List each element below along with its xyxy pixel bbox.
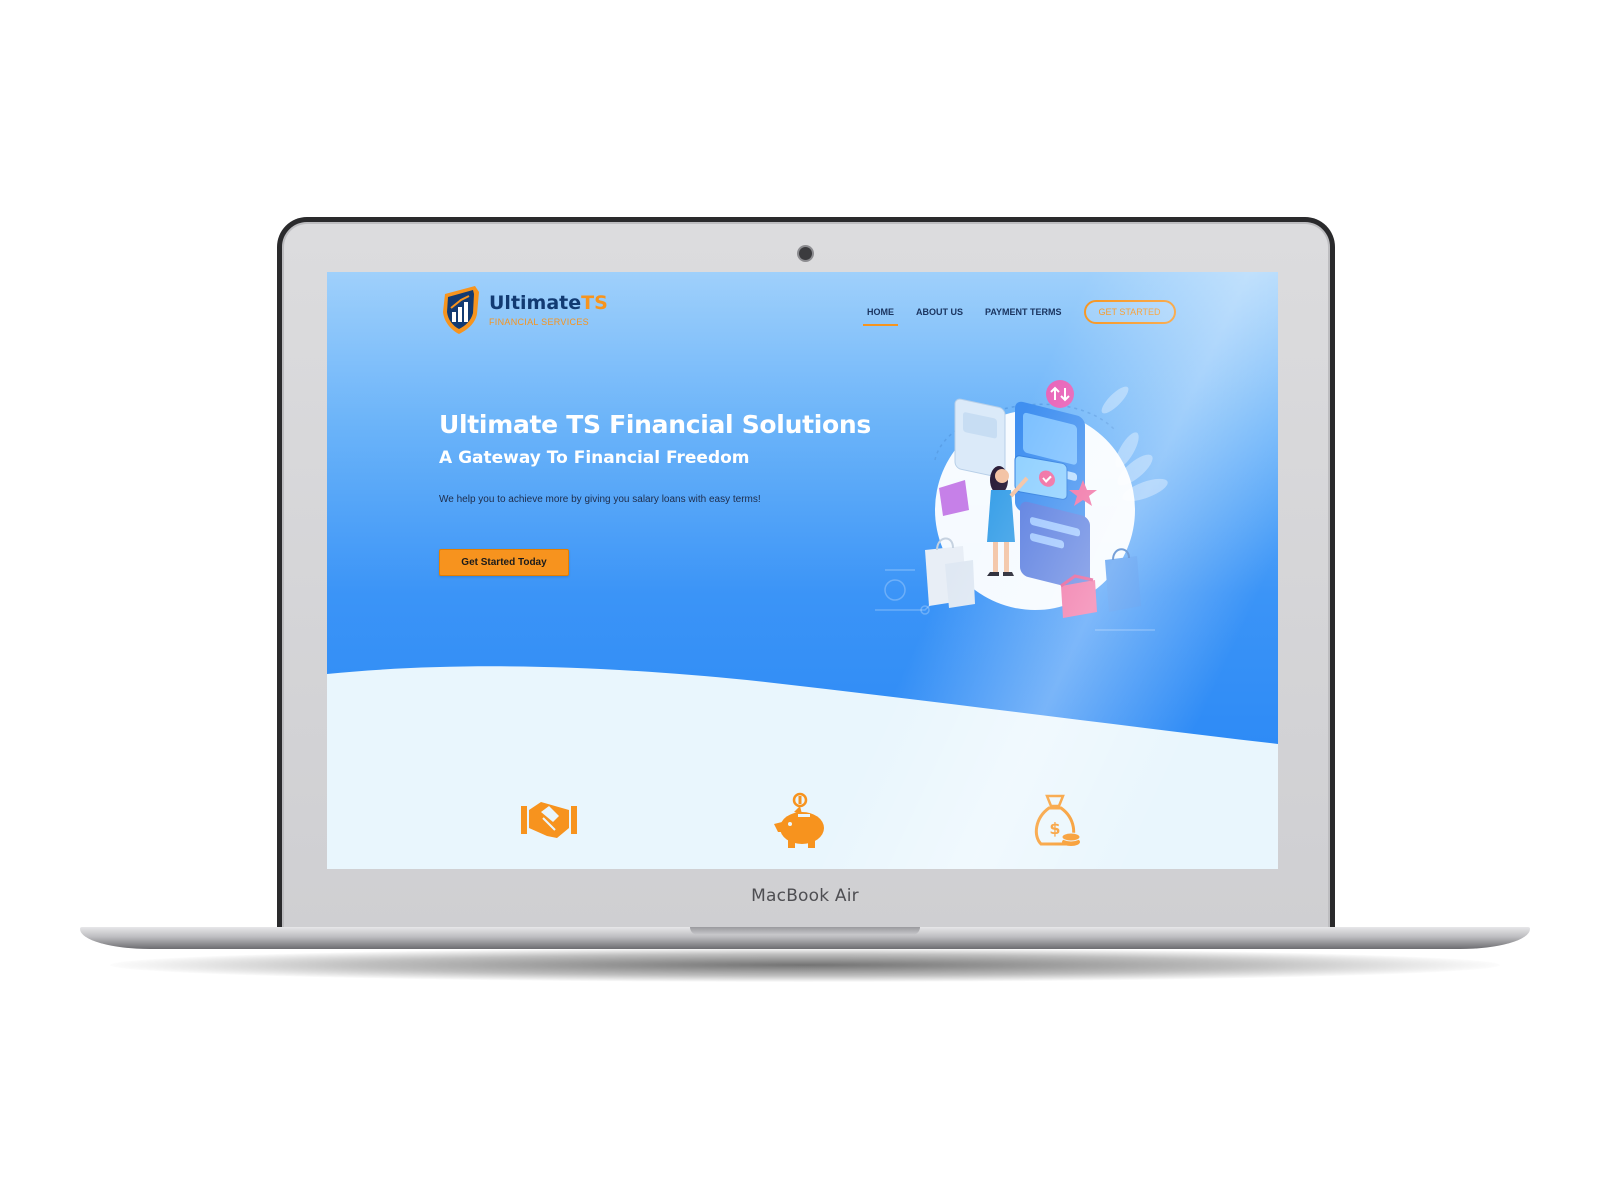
site-logo[interactable]: UltimateTS FINANCIAL SERVICES [439, 284, 608, 336]
svg-text:$: $ [1049, 819, 1060, 838]
nav-home[interactable]: HOME [863, 307, 898, 326]
hero-subtitle: A Gateway To Financial Freedom [439, 448, 750, 468]
money-bag-icon: $ [1034, 794, 1081, 846]
camera-icon [799, 247, 812, 260]
logo-name-accent: TS [581, 291, 608, 314]
finance-illustration [875, 380, 1168, 631]
hero-description: We help you to achieve more by giving yo… [439, 494, 761, 505]
logo-tagline: FINANCIAL SERVICES [489, 316, 589, 327]
hero-title: Ultimate TS Financial Solutions [439, 410, 871, 439]
piggy-bank-icon [774, 792, 824, 848]
device-label: MacBook Air [751, 886, 859, 906]
nav-payment-terms[interactable]: PAYMENT TERMS [985, 307, 1062, 317]
logo-name: UltimateTS [489, 291, 608, 314]
shield-chart-icon [443, 286, 479, 334]
nav-get-started-button[interactable]: GET STARTED [1083, 300, 1176, 324]
get-started-today-button[interactable]: Get Started Today [439, 549, 569, 576]
laptop-shadow [110, 948, 1500, 982]
main-nav: HOME ABOUT US PAYMENT TERMS GET STARTED [863, 300, 1176, 326]
logo-name-main: Ultimate [489, 291, 582, 314]
nav-about-us[interactable]: ABOUT US [916, 307, 963, 317]
handshake-icon [521, 802, 577, 838]
website-screen: UltimateTS FINANCIAL SERVICES HOME ABOUT… [327, 272, 1278, 869]
laptop-notch [690, 927, 920, 935]
